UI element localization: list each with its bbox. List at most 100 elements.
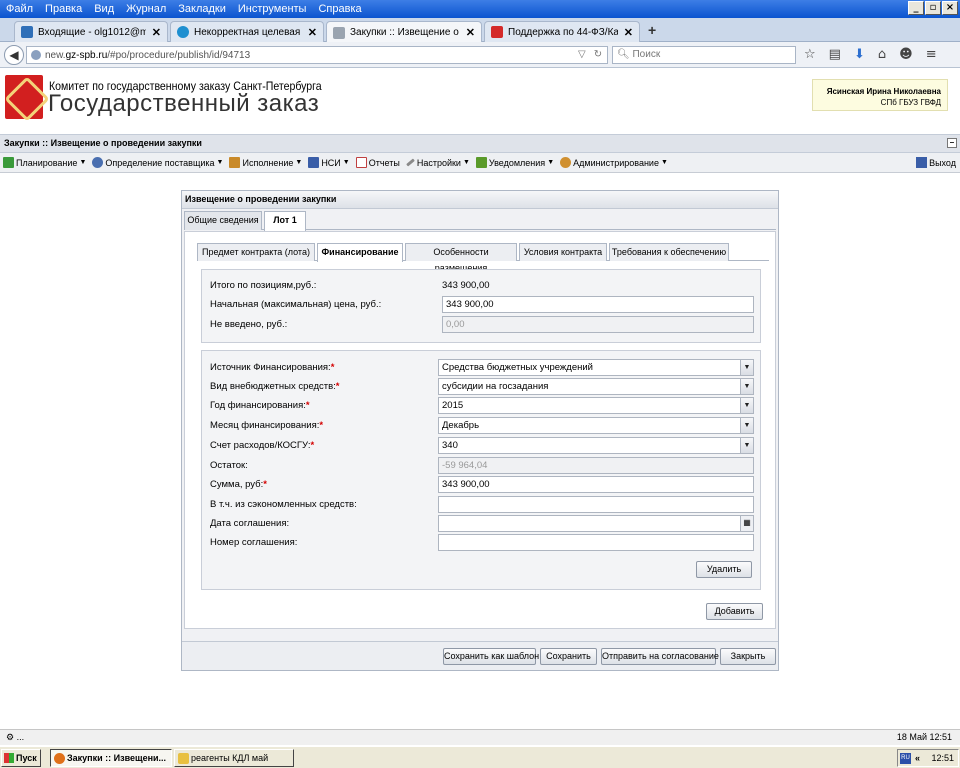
subtab-guarantee[interactable]: Требования к обеспечению bbox=[609, 243, 729, 261]
execution-icon bbox=[229, 157, 241, 168]
subtab-subject[interactable]: Предмет контракта (лота) bbox=[197, 243, 315, 261]
source-row: Источник Финансирования:* Средства бюдже… bbox=[202, 359, 760, 376]
bookmark-star-icon[interactable]: ☆ bbox=[804, 47, 816, 62]
logout-button[interactable]: Выход bbox=[916, 157, 956, 168]
label-text: Счет расходов/КОСГУ: bbox=[210, 440, 311, 451]
delete-button[interactable]: Удалить bbox=[696, 561, 752, 578]
add-button[interactable]: Добавить bbox=[706, 603, 763, 620]
chevron-down-icon: ▼ bbox=[79, 159, 87, 166]
close-tab-icon[interactable]: ✕ bbox=[624, 26, 633, 39]
menu-tools[interactable]: Инструменты bbox=[238, 3, 307, 15]
savings-input[interactable] bbox=[438, 496, 754, 513]
browser-tabbar: Входящие - olg1012@mail.ru... ✕ Некоррек… bbox=[0, 18, 960, 43]
tab-lot-1[interactable]: Лот 1 bbox=[264, 211, 306, 231]
language-indicator[interactable]: RU bbox=[900, 753, 911, 764]
reload-icon[interactable]: ↻ bbox=[594, 49, 602, 60]
chevron-down-icon[interactable]: ▼ bbox=[740, 379, 753, 394]
lot-subtabs: Предмет контракта (лота) Финансирование … bbox=[197, 242, 769, 273]
taskbar-item-firefox[interactable]: Закупки :: Извещени... bbox=[50, 749, 172, 767]
browser-tab-incorrect[interactable]: Некорректная целевая ста... ✕ bbox=[170, 21, 324, 42]
tray-expand-icon[interactable]: « bbox=[915, 750, 920, 766]
taskbar-label: реагенты КДЛ май bbox=[191, 753, 269, 763]
browser-tab-mail[interactable]: Входящие - olg1012@mail.ru... ✕ bbox=[14, 21, 168, 42]
month-select[interactable]: Декабрь ▼ bbox=[438, 417, 754, 434]
hamburger-menu-icon[interactable]: ≡ bbox=[926, 47, 937, 62]
close-tab-icon[interactable]: ✕ bbox=[466, 26, 475, 39]
menu-admin[interactable]: Администрирование ▼ bbox=[560, 157, 668, 168]
chevron-down-icon[interactable]: ▼ bbox=[740, 418, 753, 433]
globe-icon bbox=[177, 26, 189, 38]
dropdown-icon[interactable]: ▽ bbox=[578, 49, 586, 60]
chevron-down-icon[interactable]: ▼ bbox=[740, 438, 753, 453]
account-row: Счет расходов/КОСГУ:* 340 ▼ bbox=[202, 437, 760, 454]
search-input[interactable]: 🔍︎ Поиск bbox=[612, 46, 796, 64]
tab-general[interactable]: Общие сведения bbox=[184, 211, 262, 230]
firefox-icon bbox=[54, 753, 65, 764]
collapse-icon[interactable]: – bbox=[947, 138, 957, 148]
extra-type-select[interactable]: субсидии на госзадания ▼ bbox=[438, 378, 754, 395]
menu-file[interactable]: Файл bbox=[6, 3, 33, 15]
menu-supplier[interactable]: Определение поставщика ▼ bbox=[92, 157, 223, 168]
menu-edit[interactable]: Правка bbox=[45, 3, 82, 15]
close-tab-icon[interactable]: ✕ bbox=[308, 26, 317, 39]
sum-input[interactable]: 343 900,00 bbox=[438, 476, 754, 493]
totals-fieldset: Итого по позициям,руб.: 343 900,00 Начал… bbox=[201, 269, 761, 343]
select-value: субсидии на госзадания bbox=[442, 381, 549, 392]
subtab-conditions[interactable]: Условия контракта bbox=[519, 243, 607, 261]
not-entered-label: Не введено, руб.: bbox=[210, 319, 288, 330]
browser-statusbar: ⚙ ... 18 Май 12:51 bbox=[0, 729, 960, 745]
agreement-no-input[interactable] bbox=[438, 534, 754, 551]
url-bar[interactable]: new. gz-spb.ru/#po/procedure/publish/id/9… bbox=[26, 46, 608, 64]
taskbar-item-folder[interactable]: реагенты КДЛ май bbox=[174, 749, 294, 767]
menu-bookmarks[interactable]: Закладки bbox=[178, 3, 226, 15]
status-datetime: 18 Май 12:51 bbox=[896, 732, 952, 742]
close-button[interactable]: Закрыть bbox=[720, 648, 776, 665]
start-button[interactable]: Пуск bbox=[1, 749, 41, 767]
subtab-features[interactable]: Особенности размещения bbox=[405, 243, 517, 273]
new-tab-button[interactable]: + bbox=[648, 22, 656, 38]
menu-planning[interactable]: Планирование ▼ bbox=[3, 157, 86, 168]
menu-settings[interactable]: Настройки ▼ bbox=[405, 158, 470, 168]
menu-history[interactable]: Журнал bbox=[126, 3, 166, 15]
wrench-icon bbox=[405, 158, 415, 167]
account-select[interactable]: 340 ▼ bbox=[438, 437, 754, 454]
reading-list-icon[interactable]: ▤ bbox=[829, 47, 841, 62]
financing-fieldset: Источник Финансирования:* Средства бюдже… bbox=[201, 350, 761, 590]
restore-icon[interactable]: ▫ bbox=[925, 1, 941, 15]
menu-reports[interactable]: Отчеты bbox=[355, 157, 400, 168]
site-identity-icon[interactable] bbox=[31, 50, 41, 60]
notifications-icon bbox=[475, 157, 487, 168]
home-icon[interactable]: ⌂ bbox=[878, 47, 886, 62]
subtab-financing[interactable]: Финансирование bbox=[317, 243, 403, 262]
chevron-down-icon[interactable]: ▼ bbox=[740, 360, 753, 375]
close-window-icon[interactable]: × bbox=[942, 1, 958, 15]
chevron-down-icon[interactable]: ▼ bbox=[740, 398, 753, 413]
not-entered-row: Не введено, руб.: 0,00 bbox=[202, 316, 760, 333]
menu-notifications[interactable]: Уведомления ▼ bbox=[475, 157, 554, 168]
back-arrow-icon[interactable]: ◀ bbox=[4, 45, 24, 65]
download-icon[interactable]: ⬇ bbox=[854, 47, 865, 62]
folder-icon bbox=[178, 753, 189, 764]
source-select[interactable]: Средства бюджетных учреждений ▼ bbox=[438, 359, 754, 376]
save-template-button[interactable]: Сохранить как шаблон bbox=[443, 648, 539, 665]
menu-help[interactable]: Справка bbox=[318, 3, 361, 15]
tab-label: Поддержка по 44-ФЗ/Кальк... bbox=[508, 26, 618, 38]
required-mark: * bbox=[305, 400, 310, 411]
minimize-icon[interactable]: _ bbox=[908, 1, 924, 15]
nmc-input[interactable]: 343 900,00 bbox=[442, 296, 754, 313]
chat-icon[interactable]: ☻ bbox=[899, 47, 913, 62]
system-tray: RU « 12:51 bbox=[897, 749, 959, 767]
menu-execution[interactable]: Исполнение ▼ bbox=[229, 157, 302, 168]
agreement-date-input[interactable]: ▦ bbox=[438, 515, 754, 532]
browser-tab-zakupki[interactable]: Закупки :: Извещение о про... ✕ bbox=[326, 21, 482, 43]
close-tab-icon[interactable]: ✕ bbox=[152, 26, 161, 39]
year-select[interactable]: 2015 ▼ bbox=[438, 397, 754, 414]
save-button[interactable]: Сохранить bbox=[540, 648, 597, 665]
menu-nsi[interactable]: НСИ ▼ bbox=[308, 157, 350, 168]
balance-row: Остаток: -59 964,04 bbox=[202, 457, 760, 474]
menu-view[interactable]: Вид bbox=[94, 3, 114, 15]
admin-user-icon bbox=[560, 157, 572, 168]
send-approval-button[interactable]: Отправить на согласование bbox=[601, 648, 719, 665]
calendar-icon[interactable]: ▦ bbox=[740, 516, 753, 531]
browser-tab-support[interactable]: Поддержка по 44-ФЗ/Кальк... ✕ bbox=[484, 21, 640, 42]
